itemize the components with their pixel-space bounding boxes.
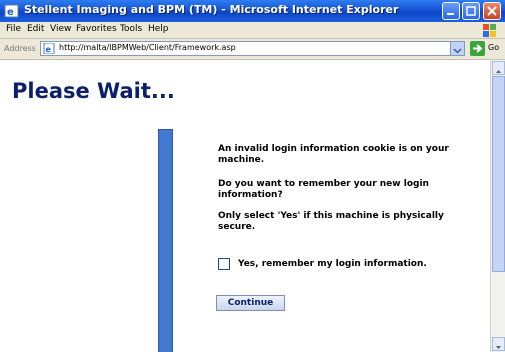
- address-input[interactable]: e http://malta/IBPMWeb/Client/Framework.…: [40, 41, 465, 56]
- menu-favorites[interactable]: Favorites: [76, 24, 117, 34]
- title-bar[interactable]: e Stellent Imaging and BPM (TM) - Micros…: [0, 0, 505, 22]
- menu-bar: File Edit View Favorites Tools Help: [0, 22, 505, 39]
- scroll-up-button[interactable]: [492, 61, 505, 75]
- blue-side-bar: [158, 129, 173, 352]
- scroll-down-button[interactable]: [492, 337, 505, 351]
- ie-icon: e: [4, 4, 19, 18]
- chevron-down-icon: [453, 48, 462, 54]
- menu-tools[interactable]: Tools: [120, 24, 142, 34]
- address-dropdown-button[interactable]: [450, 42, 464, 55]
- vertical-scrollbar[interactable]: [490, 60, 505, 352]
- security-note: Only select 'Yes' if this machine is phy…: [218, 211, 444, 232]
- menu-help[interactable]: Help: [148, 24, 169, 34]
- svg-text:e: e: [46, 45, 52, 54]
- remember-label[interactable]: Yes, remember my login information.: [238, 259, 427, 269]
- address-bar: Address e http://malta/IBPMWeb/Client/Fr…: [0, 39, 505, 60]
- windows-logo-icon: [483, 24, 496, 37]
- menu-view[interactable]: View: [50, 24, 71, 34]
- minimize-button[interactable]: [442, 2, 460, 20]
- browser-window: e Stellent Imaging and BPM (TM) - Micros…: [0, 0, 505, 352]
- remember-question: Do you want to remember your new login i…: [218, 179, 429, 200]
- continue-button[interactable]: Continue: [216, 295, 285, 311]
- page-content: Please Wait... An invalid login informat…: [0, 60, 490, 352]
- menu-edit[interactable]: Edit: [27, 24, 44, 34]
- close-button[interactable]: [483, 2, 501, 20]
- address-url: http://malta/IBPMWeb/Client/Framework.as…: [59, 43, 236, 52]
- address-label: Address: [4, 44, 36, 53]
- menu-file[interactable]: File: [6, 24, 21, 34]
- page-title: Please Wait...: [12, 79, 175, 103]
- maximize-button[interactable]: [462, 2, 480, 20]
- maximize-icon: [466, 6, 476, 16]
- go-label: Go: [488, 43, 500, 52]
- go-arrow-icon: [470, 41, 485, 56]
- go-button[interactable]: Go: [470, 41, 502, 56]
- invalid-cookie-message: An invalid login information cookie is o…: [218, 144, 449, 165]
- close-icon: [487, 6, 497, 16]
- scroll-thumb[interactable]: [492, 76, 505, 272]
- remember-checkbox[interactable]: [218, 258, 230, 270]
- page-icon: e: [43, 43, 55, 54]
- arrow-down-icon: [496, 346, 501, 349]
- window-title: Stellent Imaging and BPM (TM) - Microsof…: [24, 3, 399, 16]
- svg-text:e: e: [7, 7, 14, 18]
- minimize-icon: [447, 13, 454, 15]
